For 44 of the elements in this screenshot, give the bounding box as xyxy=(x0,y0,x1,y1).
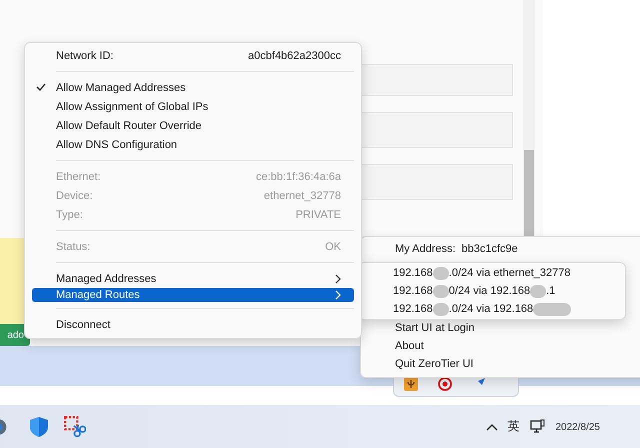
monitor-icon[interactable] xyxy=(530,418,546,434)
route-text[interactable]: .1 xyxy=(546,285,556,297)
redaction-blur xyxy=(432,284,449,298)
redaction-blur xyxy=(432,266,449,280)
route-text[interactable]: 192.168 xyxy=(393,285,433,297)
redaction-blur xyxy=(530,284,546,298)
shield-icon[interactable] xyxy=(28,416,50,438)
field-value: OK xyxy=(325,240,341,252)
menu-item[interactable]: Quit ZeroTier UI xyxy=(395,356,640,372)
field-value: ethernet_32778 xyxy=(264,190,341,202)
menu-item[interactable]: Start UI at Login xyxy=(395,320,640,336)
redaction-blur xyxy=(432,302,449,316)
field-value: ce:bb:1f:36:4a:6a xyxy=(256,170,341,182)
route-text[interactable]: .0/24 via ethernet_32778 xyxy=(448,267,570,279)
address-value: bb3c1cfc9e xyxy=(462,242,518,254)
menu-item[interactable]: Allow Assignment of Global IPs xyxy=(32,97,354,116)
field-label: Device: xyxy=(56,190,94,202)
menu-item[interactable]: Disconnect xyxy=(32,315,354,334)
input-method-label[interactable]: 英 xyxy=(508,418,520,435)
route-text[interactable]: 0/24 via 192.168 xyxy=(448,285,530,297)
chevron-up-icon[interactable] xyxy=(486,422,498,430)
ring-icon[interactable] xyxy=(438,377,452,391)
route-text[interactable]: 192.168 xyxy=(393,267,433,279)
menu-item[interactable]: Allow DNS Configuration xyxy=(32,135,354,154)
redaction-blur xyxy=(533,302,572,316)
menu-item[interactable]: About xyxy=(395,338,640,354)
submenu-item[interactable]: Managed Routes xyxy=(32,288,354,302)
route-text[interactable]: .0/24 via 192.168 xyxy=(448,303,534,315)
field-value: PRIVATE xyxy=(296,208,341,220)
field-label: Status: xyxy=(56,240,92,252)
submenu-item[interactable]: Managed Addresses xyxy=(32,269,354,288)
scroll-thumb[interactable] xyxy=(524,150,534,238)
address-label: My Address: xyxy=(395,242,456,254)
field-label: Ethernet: xyxy=(56,170,102,182)
scissors-icon[interactable] xyxy=(64,416,86,438)
route-text[interactable]: 192.168 xyxy=(393,303,433,315)
field-value: a0cbf4b62a2300cc xyxy=(248,50,341,62)
scrollbar[interactable] xyxy=(523,0,535,238)
field-label: Network ID: xyxy=(56,50,114,62)
menu-item[interactable]: Allow Managed Addresses xyxy=(32,78,354,97)
date-label[interactable]: 2022/8/25 xyxy=(556,422,600,433)
field-label: Type: xyxy=(56,208,84,220)
app-icon[interactable] xyxy=(404,377,418,391)
menu-item[interactable]: Allow Default Router Override xyxy=(32,116,354,135)
